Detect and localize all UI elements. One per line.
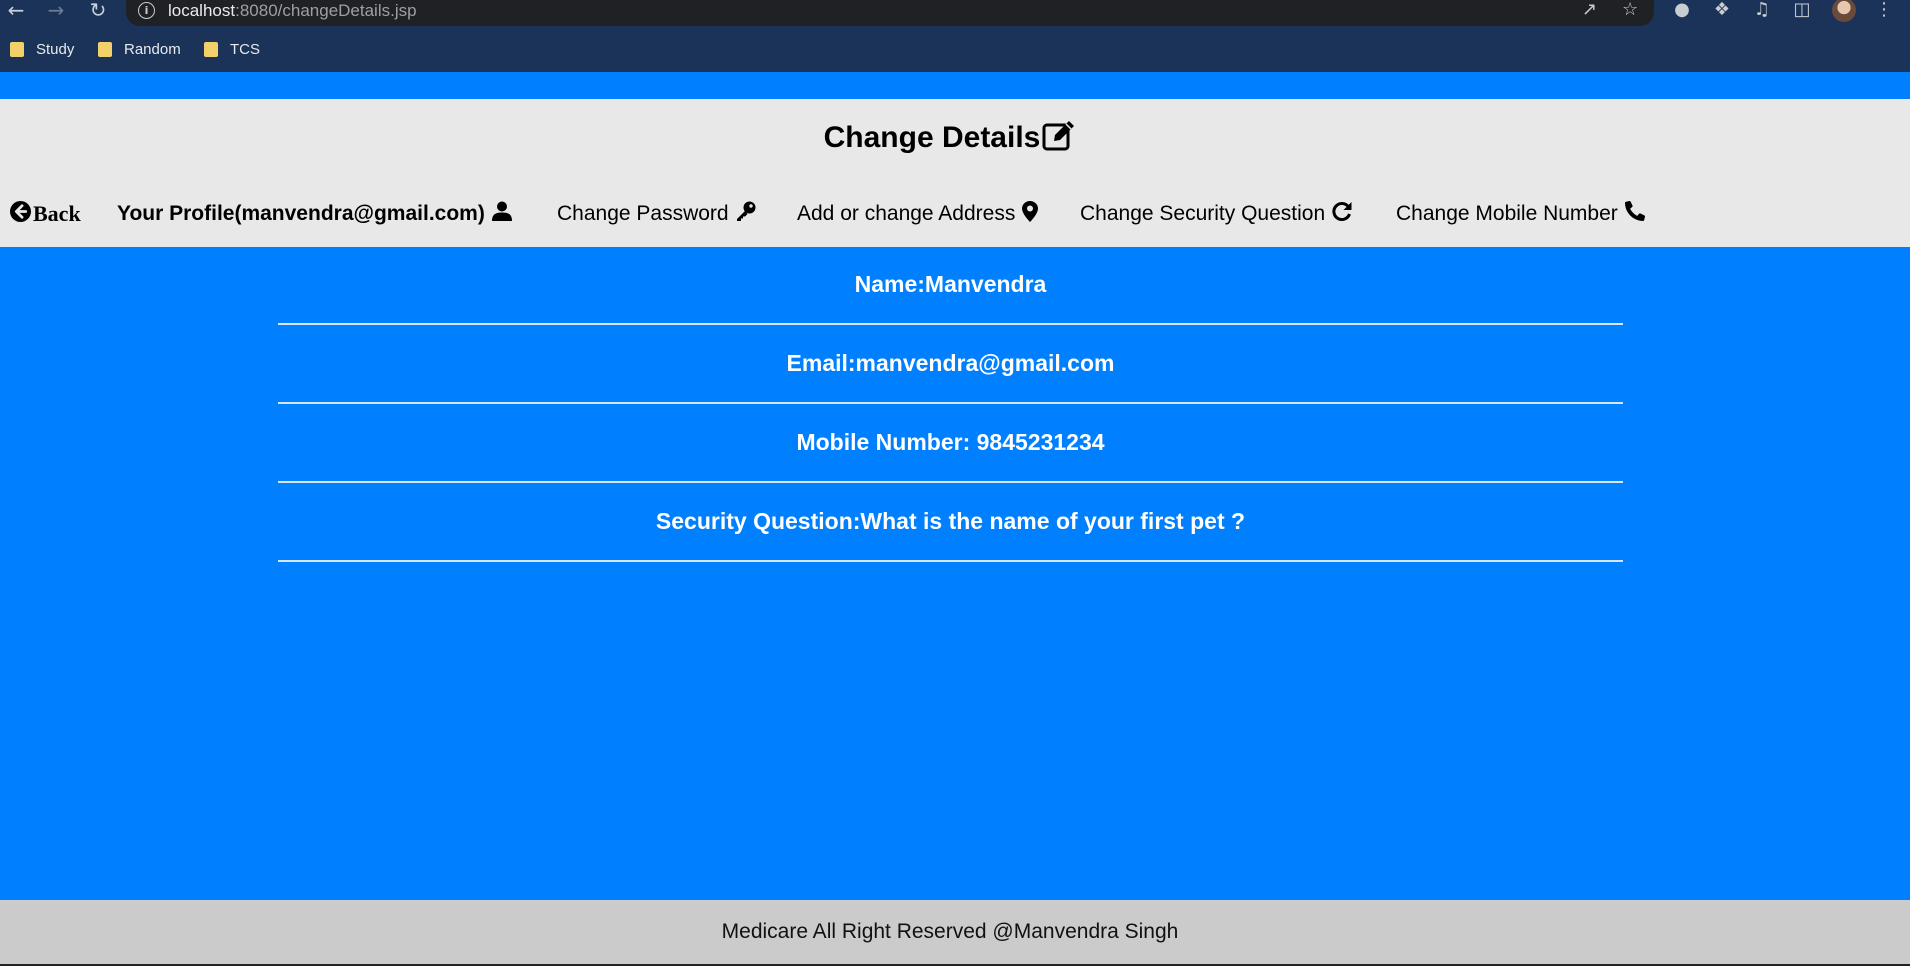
site-info-icon[interactable]: i xyxy=(138,2,155,19)
detail-security-row: Security Question:What is the name of yo… xyxy=(278,484,1623,562)
bookmark-star-icon[interactable]: ☆ xyxy=(1622,0,1638,20)
nav-security-label: Change Security Question xyxy=(1080,202,1326,225)
media-controls-icon[interactable]: ♫ xyxy=(1750,0,1774,20)
bookmark-label: TCS xyxy=(230,40,260,58)
bookmark-study[interactable]: Study xyxy=(10,36,74,62)
nav-security-question[interactable]: Change Security Question xyxy=(1080,199,1352,229)
bookmark-label: Study xyxy=(36,40,75,58)
url-path: :8080/changeDetails.jsp xyxy=(235,1,417,20)
bookmark-tcs[interactable]: TCS xyxy=(204,36,260,62)
footer-text: Medicare All Right Reserved @Manvendra S… xyxy=(721,920,1179,943)
browser-chrome: ← → ↻ i localhost:8080/changeDetails.jsp… xyxy=(0,0,1910,72)
extension-icon[interactable]: ● xyxy=(1670,0,1694,20)
page-footer: Medicare All Right Reserved @Manvendra S… xyxy=(0,900,1910,964)
bookmark-random[interactable]: Random xyxy=(98,36,181,62)
profile-details: Name:Manvendra Email:manvendra@gmail.com… xyxy=(0,247,1910,900)
side-panel-icon[interactable]: ◫ xyxy=(1790,0,1814,20)
nav-profile-label: Your Profile(manvendra@gmail.com) xyxy=(117,202,485,225)
nav-change-password[interactable]: Change Password xyxy=(557,199,756,229)
detail-name: Name:Manvendra xyxy=(854,271,1047,297)
detail-name-row: Name:Manvendra xyxy=(278,247,1623,325)
page-title-text: Change Details xyxy=(823,121,1041,154)
page-header: Change Details Back Your Profile(manvend… xyxy=(0,99,1910,247)
browser-toolbar: ← → ↻ i localhost:8080/changeDetails.jsp… xyxy=(0,0,1910,26)
nav-mobile-label: Change Mobile Number xyxy=(1396,202,1618,225)
folder-icon xyxy=(10,41,24,57)
phone-icon xyxy=(1624,200,1645,227)
nav-your-profile[interactable]: Your Profile(manvendra@gmail.com) xyxy=(117,199,512,229)
nav-mobile-number[interactable]: Change Mobile Number xyxy=(1396,199,1645,229)
folder-icon xyxy=(204,41,218,57)
edit-icon xyxy=(1042,119,1076,159)
back-arrow-icon[interactable]: ← xyxy=(4,0,28,22)
detail-security-question: Security Question:What is the name of yo… xyxy=(655,508,1246,534)
address-bar[interactable]: i localhost:8080/changeDetails.jsp ↗ ☆ xyxy=(126,0,1654,26)
reload-icon[interactable]: ↻ xyxy=(86,0,110,22)
profile-navbar: Back Your Profile(manvendra@gmail.com) C… xyxy=(0,199,1910,229)
menu-kebab-icon[interactable]: ⋮ xyxy=(1872,0,1896,20)
url-text[interactable]: localhost:8080/changeDetails.jsp xyxy=(168,1,417,21)
redo-icon xyxy=(1332,201,1352,227)
back-link[interactable]: Back xyxy=(10,199,81,229)
top-strip xyxy=(0,72,1910,99)
arrow-circle-left-icon xyxy=(10,200,31,228)
detail-email-row: Email:manvendra@gmail.com xyxy=(278,326,1623,404)
map-marker-icon xyxy=(1022,200,1039,228)
detail-mobile: Mobile Number: 9845231234 xyxy=(796,429,1105,455)
page-title: Change Details xyxy=(0,119,1900,159)
profile-avatar[interactable] xyxy=(1832,0,1856,22)
nav-address-label: Add or change Address xyxy=(797,202,1016,225)
bookmarks-bar: Study Random TCS xyxy=(0,36,1910,62)
key-icon xyxy=(736,201,756,227)
url-host: localhost xyxy=(168,1,236,20)
bookmark-label: Random xyxy=(124,40,181,58)
forward-arrow-icon[interactable]: → xyxy=(44,0,68,22)
nav-password-label: Change Password xyxy=(557,202,729,225)
puzzle-extensions-icon[interactable]: ❖ xyxy=(1710,0,1734,20)
user-icon xyxy=(491,201,512,227)
detail-email: Email:manvendra@gmail.com xyxy=(786,350,1115,376)
nav-address[interactable]: Add or change Address xyxy=(797,199,1039,229)
detail-mobile-row: Mobile Number: 9845231234 xyxy=(278,405,1623,483)
back-label: Back xyxy=(33,201,81,226)
folder-icon xyxy=(98,41,112,57)
share-icon[interactable]: ↗ xyxy=(1582,0,1597,20)
